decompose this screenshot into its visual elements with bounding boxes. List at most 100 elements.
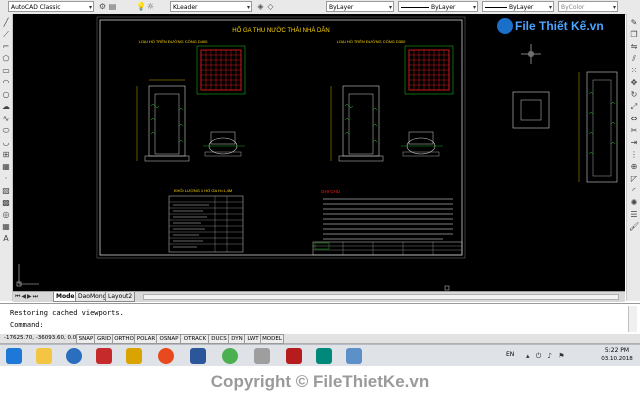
windows-taskbar: EN ▴ ⏻ ♪ ⚑ 5:22 PM 03.10.2018 <box>0 344 640 367</box>
polyline-icon[interactable]: ⌐ <box>1 42 11 52</box>
ellipse-icon[interactable]: ⬭ <box>1 126 11 136</box>
otrack-toggle[interactable]: OTRACK <box>180 334 210 344</box>
gear-icon[interactable]: ⚙ <box>98 2 107 11</box>
paint-icon[interactable] <box>316 348 332 364</box>
spline-icon[interactable]: ∿ <box>1 114 11 124</box>
photos-icon[interactable] <box>346 348 362 364</box>
watermark-footer: Copyright © FileThietKe.vn <box>0 366 640 400</box>
linetype-preview <box>401 7 429 8</box>
workspace-dropdown[interactable]: AutoCAD Classic ▾ <box>8 1 94 12</box>
watermark-logo-icon <box>497 18 513 34</box>
copy-icon[interactable]: ❐ <box>629 30 639 40</box>
color-dropdown[interactable]: ByLayer ▾ <box>326 1 394 12</box>
linetype-dropdown[interactable]: ByLayer ▾ <box>398 1 478 12</box>
osnap-toggle[interactable]: OSNAP <box>156 334 182 344</box>
model-toggle[interactable]: MODEL <box>260 334 284 344</box>
file-explorer-icon[interactable] <box>36 348 52 364</box>
rotate-icon[interactable]: ↻ <box>629 90 639 100</box>
make-block-icon[interactable]: ▦ <box>1 162 11 172</box>
edge-icon[interactable] <box>66 348 82 364</box>
horizontal-scrollbar[interactable] <box>143 294 619 300</box>
join-icon[interactable]: ⊕ <box>629 162 639 172</box>
app-icon[interactable] <box>254 348 270 364</box>
clock-date[interactable]: 03.10.2018 <box>598 356 636 362</box>
line-icon[interactable]: ╱ <box>1 18 11 28</box>
watermark-copyright: Copyright © FileThietKe.vn <box>210 372 430 391</box>
linetype-value: ByLayer <box>431 4 456 11</box>
explode-icon[interactable]: ✺ <box>629 198 639 208</box>
ortho-toggle[interactable]: ORTHO <box>112 334 136 344</box>
insert-block-icon[interactable]: ⊞ <box>1 150 11 160</box>
left-pipe-plan <box>203 131 245 157</box>
drawing-canvas[interactable]: HỐ GA THU NƯỚC THẢI NHÀ DÂN LOẠI HỐ TRÊN… <box>13 14 625 291</box>
media-player-icon[interactable] <box>96 348 112 364</box>
notes-title: GHI CHÚ <box>321 188 340 194</box>
layer-dropdown[interactable]: KLeader ▾ <box>170 1 252 12</box>
command-scrollbar[interactable] <box>628 306 637 332</box>
sheet-border <box>99 19 463 256</box>
properties-toolbar: AutoCAD Classic ▾ ⚙ ▤ 💡 ☼ KLeader ▾ ◈ ◇ By… <box>0 0 640 15</box>
detail-left-title: LOẠI HỐ TRÊN ĐƯỜNG CỐNG D400 <box>139 39 209 44</box>
polygon-icon[interactable]: ⬠ <box>1 54 11 64</box>
tab-navigation-arrows[interactable]: ⏮◀▶⏭ <box>15 292 39 301</box>
right-pipe-plan <box>401 131 443 157</box>
sun-icon[interactable]: ☼ <box>146 2 155 11</box>
tab-layout2[interactable]: Layout2 <box>105 292 136 302</box>
ducs-toggle[interactable]: DUCS <box>208 334 230 344</box>
grid-toggle[interactable]: GRID <box>94 334 114 344</box>
autocad-icon[interactable] <box>286 348 302 364</box>
stretch-icon[interactable]: ⇔ <box>629 114 639 124</box>
multiline-text-icon[interactable]: A <box>1 234 11 244</box>
workspace-value: AutoCAD Classic <box>11 4 61 11</box>
layer-value: KLeader <box>173 4 198 11</box>
tray-icons[interactable]: ▴ ⏻ ♪ ⚑ <box>526 352 566 361</box>
erase-icon[interactable]: ✎ <box>629 18 639 28</box>
hatch-icon[interactable]: ▧ <box>1 186 11 196</box>
arc-icon[interactable]: ◠ <box>1 78 11 88</box>
lightbulb-icon[interactable]: 💡 <box>136 2 146 11</box>
watermark-logo-text: File Thiết Kế.vn <box>515 19 604 33</box>
quantity-table: KHỐI LƯỢNG 1 HỐ GA H=1,4M <box>168 188 244 253</box>
plotstyle-dropdown[interactable]: ByColor ▾ <box>558 1 618 12</box>
ellipse-arc-icon[interactable]: ◡ <box>1 138 11 148</box>
mirror-icon[interactable]: ⇋ <box>629 42 639 52</box>
start-windows-icon[interactable] <box>6 348 22 364</box>
gradient-icon[interactable]: ▩ <box>1 198 11 208</box>
watermark-logo: File Thiết Kế.vn <box>497 16 625 36</box>
word-icon[interactable] <box>190 348 206 364</box>
chrome-icon[interactable] <box>222 348 238 364</box>
previous-layer-icon[interactable]: ◇ <box>266 2 275 11</box>
make-current-layer-icon[interactable]: ◈ <box>256 2 265 11</box>
revision-cloud-icon[interactable]: ☁ <box>1 102 11 112</box>
snap-toggle[interactable]: SNAP <box>76 334 96 344</box>
clock-time[interactable]: 5:22 PM <box>598 347 636 354</box>
break-icon[interactable]: ⋮ <box>629 150 639 160</box>
fillet-icon[interactable]: ◜ <box>629 186 639 196</box>
point-icon[interactable]: · <box>1 174 11 184</box>
scale-icon[interactable]: ⤢ <box>629 102 639 112</box>
layer-manager-icon[interactable]: ▤ <box>108 2 117 11</box>
input-language[interactable]: EN <box>506 351 514 358</box>
plotstyle-value: ByColor <box>561 4 585 11</box>
lineweight-dropdown[interactable]: ByLayer ▾ <box>482 1 554 12</box>
construction-line-icon[interactable]: ⟋ <box>1 30 11 40</box>
trim-icon[interactable]: ✂ <box>629 126 639 136</box>
offset-icon[interactable]: ⫽ <box>629 54 639 64</box>
properties-icon[interactable]: ☰ <box>629 210 639 220</box>
command-history: Restoring cached viewports. <box>10 309 124 317</box>
firefox-icon[interactable] <box>158 348 174 364</box>
polar-toggle[interactable]: POLAR <box>134 334 158 344</box>
folder-icon[interactable] <box>126 348 142 364</box>
chamfer-icon[interactable]: ◸ <box>629 174 639 184</box>
cad-drawing: HỐ GA THU NƯỚC THẢI NHÀ DÂN LOẠI HỐ TRÊN… <box>16 16 618 291</box>
region-icon[interactable]: ◎ <box>1 210 11 220</box>
extend-icon[interactable]: ⇥ <box>629 138 639 148</box>
left-section-view <box>136 79 190 162</box>
array-icon[interactable]: ⁙ <box>629 66 639 76</box>
command-input[interactable] <box>48 320 624 329</box>
table-icon[interactable]: ▦ <box>1 222 11 232</box>
rectangle-icon[interactable]: ▭ <box>1 66 11 76</box>
move-icon[interactable]: ✥ <box>629 78 639 88</box>
match-properties-icon[interactable]: 🖌 <box>629 222 639 232</box>
circle-icon[interactable]: ○ <box>1 90 11 100</box>
